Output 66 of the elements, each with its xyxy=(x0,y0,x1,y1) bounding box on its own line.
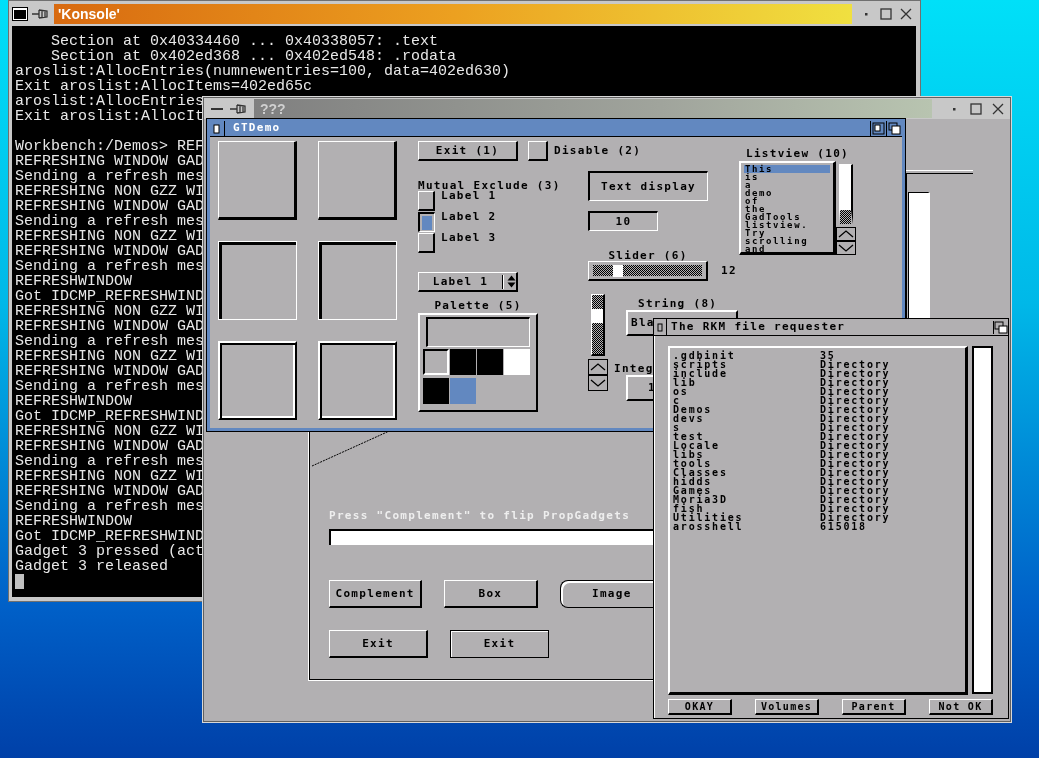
terminal-line: REFRESHING NON GZZ WI xyxy=(15,468,205,485)
file-size: Directory xyxy=(820,369,892,378)
terminal-line: REFRESHING NON GZZ WI xyxy=(15,303,205,320)
radio-label: Label 3 xyxy=(441,233,497,243)
radio-label: Label 1 xyxy=(441,191,497,201)
file-size: 35 xyxy=(820,351,836,360)
terminal-line: Got IDCMP_REFRESHWIND xyxy=(15,408,205,425)
file-size: Directory xyxy=(820,486,892,495)
file-size: Directory xyxy=(820,468,892,477)
file-size: 615018 xyxy=(820,522,867,531)
file-size: Directory xyxy=(820,495,892,504)
terminal-line: Gadget 3 pressed (act xyxy=(15,543,205,560)
string-label: String (8) xyxy=(638,299,718,309)
file-size: Directory xyxy=(820,459,892,468)
terminal-line: Gadget 3 released xyxy=(15,558,169,575)
terminal-line: Sending a refresh mes xyxy=(15,378,205,395)
file-size: Directory xyxy=(820,432,892,441)
file-size: Directory xyxy=(820,387,892,396)
file-size: Directory xyxy=(820,477,892,486)
listview-label: Listview (10) xyxy=(746,149,849,159)
file-size: Directory xyxy=(820,504,892,513)
terminal-line: Sending a refresh mes xyxy=(15,258,205,275)
instruction-text: Press "Complement" to flip PropGadgets xyxy=(329,511,632,521)
terminal-line: Sending a refresh mes xyxy=(15,453,205,470)
terminal-line: Sending a refresh mes xyxy=(15,168,205,185)
radio-label: Label 2 xyxy=(441,212,497,222)
file-size: Directory xyxy=(820,441,892,450)
group-label: Mutual Exclude (3) xyxy=(418,181,561,191)
terminal-line: Sending a refresh mes xyxy=(15,498,205,515)
file-size: Directory xyxy=(820,396,892,405)
slider-value: 12 xyxy=(721,266,737,276)
terminal-line: aroslist:AllocEntries xyxy=(15,93,205,110)
terminal-line: Section at 0x40334460 ... 0x40338057: .text xyxy=(50,33,439,50)
file-size: Directory xyxy=(820,378,892,387)
terminal-line: Section at 0x402ed368 ... 0x402ed548: .rodata xyxy=(51,48,457,65)
checkbox-label: Disable (2) xyxy=(554,146,642,156)
terminal-line: REFRESHING NON GZZ WI xyxy=(15,183,205,200)
number-display: 10 xyxy=(588,211,658,231)
terminal-line: REFRESHWINDOW xyxy=(15,513,133,530)
integer-label: Integ xyxy=(614,364,654,374)
window-title: The RKM file requester xyxy=(671,322,846,332)
terminal-line: Exit aroslist:AllocItems=402ed65c xyxy=(15,78,313,95)
window-title: GTDemo xyxy=(232,123,282,133)
terminal-line: aroslist:AllocEntries(numnewentries=100, data=402ed630) xyxy=(15,63,511,80)
terminal-line: Got IDCMP_REFRESHWIND xyxy=(15,528,205,545)
palette-label: Palette (5) xyxy=(433,301,523,311)
slider-label: Slider (6) xyxy=(607,251,689,261)
terminal-line: REFRESHING NON GZZ WI xyxy=(15,423,205,440)
terminal-line: Got IDCMP_REFRESHWIND xyxy=(15,288,205,305)
file-size: Directory xyxy=(820,405,892,414)
text-display: Text display xyxy=(588,171,708,201)
file-size: Directory xyxy=(820,423,892,432)
file-size: Directory xyxy=(820,513,892,522)
window-title: ??? xyxy=(260,100,286,117)
terminal-line: REFRESHING NON GZZ WI xyxy=(15,228,205,245)
window-title: 'Konsole' xyxy=(58,5,120,22)
terminal-line: Workbench:/Demos> REF xyxy=(15,138,205,155)
terminal-line: REFRESHWINDOW xyxy=(15,393,133,410)
terminal-line: Exit aroslist:AllocIt xyxy=(15,108,205,125)
file-size: Directory xyxy=(820,414,892,423)
terminal-line: REFRESHWINDOW xyxy=(15,273,133,290)
file-size: Directory xyxy=(820,450,892,459)
terminal-line: Sending a refresh mes xyxy=(15,213,205,230)
terminal-line: Sending a refresh mes xyxy=(15,333,205,350)
file-size: Directory xyxy=(820,360,892,369)
terminal-line: REFRESHING NON GZZ WI xyxy=(15,348,205,365)
